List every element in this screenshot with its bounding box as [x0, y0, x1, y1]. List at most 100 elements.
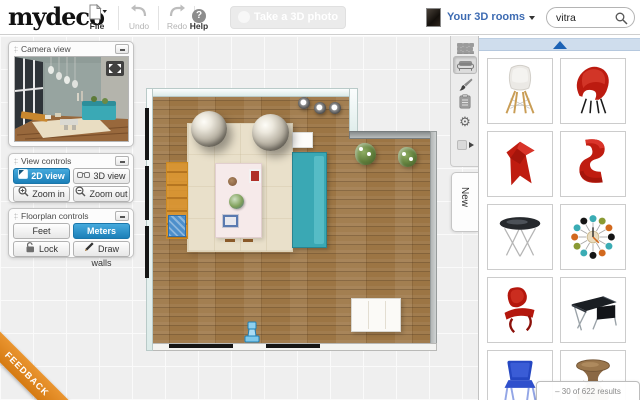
wall-top[interactable] — [146, 88, 358, 97]
camera-icon — [237, 11, 250, 24]
collapse-panel-tool[interactable] — [451, 136, 479, 154]
search-box — [546, 7, 635, 28]
window-bottom-2[interactable] — [266, 344, 320, 348]
books-on-table — [222, 214, 239, 228]
camera-view-preview[interactable] — [14, 56, 129, 142]
table-plan[interactable] — [215, 163, 262, 238]
red-sculptural-chair-image — [506, 141, 535, 186]
furnish-tool[interactable] — [453, 56, 477, 74]
minimize-button[interactable] — [115, 156, 129, 166]
your-3d-rooms-link[interactable]: Your 3D rooms — [447, 11, 525, 23]
paintbrush-icon — [459, 78, 472, 91]
undo-icon — [122, 4, 156, 21]
plant-plan-1[interactable] — [355, 143, 376, 165]
settings-tool[interactable]: ⚙ — [451, 113, 479, 131]
minus-icon — [120, 49, 125, 51]
room-items-tool[interactable] — [451, 94, 479, 114]
round-glass-table-image — [499, 217, 541, 257]
wall-notch[interactable] — [349, 131, 437, 139]
undo-button[interactable]: Undo — [122, 3, 156, 33]
window-left-3[interactable] — [145, 226, 149, 278]
drag-handle-icon — [14, 158, 18, 165]
2d-view-button[interactable]: 2D view — [13, 168, 70, 184]
chevron-right-icon — [468, 141, 474, 148]
camera-marker[interactable] — [242, 321, 262, 344]
sofa-cushion-strip — [314, 156, 324, 244]
product-thumbnail[interactable] — [560, 58, 626, 124]
bust-on-table — [228, 177, 237, 186]
zoom-out-icon — [75, 186, 86, 201]
magazine-on-table — [249, 169, 261, 183]
plant-plan-2[interactable] — [398, 147, 417, 167]
side-table-plan[interactable] — [292, 132, 313, 148]
camera-view-panel: Camera view — [8, 41, 134, 147]
minus-icon — [120, 161, 125, 163]
padlock-icon — [25, 241, 36, 257]
zoom-in-icon — [18, 186, 29, 201]
storage-box-plan[interactable] — [168, 215, 186, 237]
zoom-in-button[interactable]: Zoom in — [13, 186, 70, 202]
3d-view-button[interactable]: 3D view — [73, 168, 130, 184]
help-icon: ? — [182, 4, 216, 23]
floorplan-controls-header[interactable]: Floorplan controls — [9, 209, 133, 223]
vase-plan-3[interactable] — [329, 102, 341, 114]
feet-button[interactable]: Feet — [13, 223, 70, 239]
product-thumbnail[interactable] — [487, 204, 553, 270]
dresser-plan[interactable] — [351, 298, 401, 332]
globe-on-table — [229, 194, 244, 209]
room-planner-window: Camera view View controls 2D view 3D vie… — [0, 0, 640, 400]
scroll-up-button[interactable] — [479, 38, 640, 51]
product-thumbnail[interactable] — [560, 277, 626, 343]
product-thumbnail[interactable] — [487, 131, 553, 197]
gear-icon: ⚙ — [459, 114, 471, 129]
topbar: mydeco File Undo Redo ? Help Take a 3D p… — [0, 0, 640, 35]
table-leg-mark-2 — [243, 239, 253, 242]
pendant-lamp-plan-1[interactable] — [191, 111, 227, 147]
separator — [158, 6, 159, 30]
catalog-panel: – 30 of 622 results — [478, 36, 640, 400]
help-button[interactable]: ? Help — [182, 3, 216, 33]
take-3d-photo-button[interactable]: Take a 3D photo — [230, 6, 346, 29]
minus-icon — [120, 216, 125, 218]
sofa-icon — [456, 61, 474, 71]
avatar[interactable] — [426, 8, 441, 27]
window-left-2[interactable] — [145, 166, 149, 220]
red-organic-chair-image — [576, 66, 609, 114]
wall-right[interactable] — [430, 131, 437, 351]
2d-plan-icon — [18, 168, 29, 183]
meters-button[interactable]: Meters — [73, 223, 130, 239]
vase-plan-2[interactable] — [314, 102, 326, 114]
product-thumbnail[interactable] — [560, 131, 626, 197]
window-left-1[interactable] — [145, 108, 149, 160]
floorplan-controls-panel: Floorplan controls Feet Meters Lock Draw… — [8, 208, 134, 268]
product-thumbnail[interactable] — [487, 277, 553, 343]
results-count-tooltip: – 30 of 622 results — [536, 381, 640, 400]
sofa-plan[interactable] — [292, 152, 327, 248]
pendant-lamp-plan-2[interactable] — [252, 114, 289, 151]
arrow-up-icon — [553, 41, 567, 49]
lock-button[interactable]: Lock — [13, 241, 70, 257]
brick-wall-icon — [456, 43, 474, 55]
chevron-down-icon[interactable] — [529, 16, 535, 20]
drag-handle-icon — [14, 213, 18, 220]
tool-rail: ⚙ — [450, 36, 478, 167]
search-input[interactable] — [556, 10, 618, 25]
file-button[interactable]: File — [80, 3, 114, 33]
product-thumbnail[interactable] — [560, 204, 626, 270]
view-controls-header[interactable]: View controls — [9, 154, 133, 168]
fullscreen-icon[interactable] — [106, 61, 124, 76]
red-plywood-chair-image — [504, 287, 535, 334]
camera-view-header[interactable]: Camera view — [9, 42, 133, 56]
tab-new[interactable]: New — [451, 172, 478, 232]
vase-plan-1[interactable] — [298, 97, 310, 109]
zoom-out-button[interactable]: Zoom out — [73, 186, 130, 202]
draw-walls-button[interactable]: Draw walls — [73, 241, 130, 268]
search-icon[interactable] — [615, 12, 628, 25]
minimize-button[interactable] — [115, 211, 129, 221]
floorplan-controls-title: Floorplan controls — [21, 211, 89, 221]
minimize-button[interactable] — [115, 44, 129, 54]
product-thumbnail[interactable] — [487, 58, 553, 124]
separator — [118, 6, 119, 30]
white-side-chair-image — [505, 64, 535, 114]
window-bottom-1[interactable] — [169, 344, 233, 348]
